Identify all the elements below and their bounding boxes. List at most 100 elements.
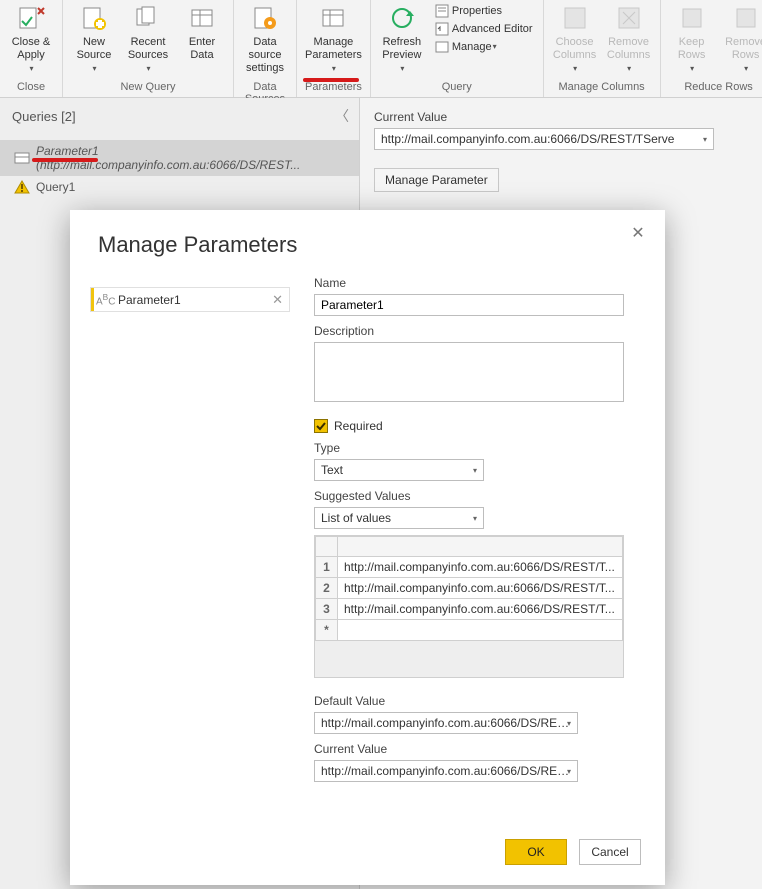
enter-data-icon	[188, 4, 216, 32]
keep-rows-icon	[678, 4, 706, 32]
checkbox-checked-icon	[314, 419, 328, 433]
advanced-editor-icon	[435, 22, 449, 36]
dialog-current-value-text: http://mail.companyinfo.com.au:6066/DS/R…	[321, 764, 571, 778]
current-value-label: Current Value	[374, 110, 748, 124]
refresh-preview-button[interactable]: Refresh Preview▾	[375, 0, 429, 75]
manage-parameters-label: Manage Parameters	[305, 36, 362, 62]
manage-query-icon	[435, 40, 449, 54]
close-apply-button[interactable]: Close & Apply▾	[4, 0, 58, 75]
suggested-values-label: Suggested Values	[314, 489, 637, 503]
ribbon-group-managecols: Choose Columns▾ Remove Columns▾ Manage C…	[544, 0, 661, 97]
ribbon-group-parameters: Manage Parameters▾ Parameters	[297, 0, 371, 97]
group-title-close: Close	[13, 79, 49, 97]
manage-query-button[interactable]: Manage▾	[431, 38, 537, 56]
dialog-close-button[interactable]: ✕	[627, 222, 649, 244]
name-input[interactable]	[314, 294, 624, 316]
properties-icon	[435, 4, 449, 18]
grid-row-new[interactable]: *	[316, 620, 623, 641]
group-title-datasources: Data Sources	[238, 79, 292, 97]
grid-cell[interactable]: http://mail.companyinfo.com.au:6066/DS/R…	[338, 557, 623, 578]
dialog-current-value-select[interactable]: http://mail.companyinfo.com.au:6066/DS/R…	[314, 760, 578, 782]
dialog-footer: OK Cancel	[70, 825, 665, 885]
chevron-down-icon: ▾	[473, 466, 477, 475]
default-value-select[interactable]: http://mail.companyinfo.com.au:6066/DS/R…	[314, 712, 578, 734]
data-source-settings-icon	[251, 4, 279, 32]
name-label: Name	[314, 276, 637, 290]
properties-button[interactable]: Properties	[431, 2, 537, 20]
grid-cell[interactable]: http://mail.companyinfo.com.au:6066/DS/R…	[338, 599, 623, 620]
ok-button[interactable]: OK	[505, 839, 567, 865]
query-item-parameter1[interactable]: Parameter1 (http://mail.companyinfo.com.…	[0, 140, 359, 176]
ribbon-group-close: Close & Apply▾ Close	[0, 0, 63, 97]
queries-header: Queries [2] 〈	[0, 98, 359, 130]
queries-title: Queries [2]	[12, 109, 76, 124]
manage-query-label: Manage	[452, 39, 492, 55]
choose-columns-label: Choose Columns	[553, 36, 596, 62]
recent-sources-icon	[134, 4, 162, 32]
close-apply-icon	[17, 4, 45, 32]
cancel-button[interactable]: Cancel	[579, 839, 641, 865]
suggested-values-select[interactable]: List of values ▾	[314, 507, 484, 529]
collapse-queries-icon[interactable]: 〈	[335, 106, 349, 126]
new-source-icon	[80, 4, 108, 32]
values-grid[interactable]: 1http://mail.companyinfo.com.au:6066/DS/…	[314, 535, 624, 678]
grid-cell[interactable]: http://mail.companyinfo.com.au:6066/DS/R…	[338, 578, 623, 599]
dialog-current-value-label: Current Value	[314, 742, 637, 756]
group-title-newquery: New Query	[116, 79, 179, 97]
keep-rows-label: Keep Rows	[678, 36, 706, 62]
query-item-label: Query1	[36, 180, 75, 194]
parameter-list-item[interactable]: ABC Parameter1 ✕	[91, 288, 289, 311]
query-item-query1[interactable]: Query1	[0, 176, 359, 198]
grid-row[interactable]: 2http://mail.companyinfo.com.au:6066/DS/…	[316, 578, 623, 599]
new-source-label: New Source	[77, 36, 112, 62]
recent-sources-button[interactable]: Recent Sources▾	[121, 0, 175, 75]
manage-parameters-dialog: ✕ Manage Parameters New ABC Parameter1 ✕…	[70, 210, 665, 885]
warning-icon	[14, 180, 30, 194]
default-value-label: Default Value	[314, 694, 637, 708]
chevron-down-icon: ▾	[567, 719, 571, 728]
choose-columns-icon	[561, 4, 589, 32]
ribbon-group-newquery: New Source▾ Recent Sources▾ Enter Data N…	[63, 0, 234, 97]
type-select[interactable]: Text ▾	[314, 459, 484, 481]
enter-data-button[interactable]: Enter Data	[175, 0, 229, 62]
grid-row[interactable]: 1http://mail.companyinfo.com.au:6066/DS/…	[316, 557, 623, 578]
current-value-text: http://mail.companyinfo.com.au:6066/DS/R…	[381, 132, 674, 146]
current-value-select[interactable]: http://mail.companyinfo.com.au:6066/DS/R…	[374, 128, 714, 150]
ribbon-group-reducerows: Keep Rows▾ Remove Rows▾ Reduce Rows	[661, 0, 762, 97]
grid-footer	[315, 641, 623, 677]
manage-parameters-button[interactable]: Manage Parameters▾	[301, 0, 365, 75]
group-title-reducerows: Reduce Rows	[680, 79, 756, 97]
remove-parameter-icon[interactable]: ✕	[272, 292, 283, 308]
type-value: Text	[321, 463, 343, 477]
parameter-list-item-label: Parameter1	[118, 293, 181, 307]
remove-columns-button[interactable]: Remove Columns▾	[602, 0, 656, 75]
recent-sources-label: Recent Sources	[128, 36, 168, 62]
data-source-settings-button[interactable]: Data source settings	[238, 0, 292, 75]
grid-row[interactable]: 3http://mail.companyinfo.com.au:6066/DS/…	[316, 599, 623, 620]
chevron-down-icon: ▾	[703, 135, 707, 144]
annotation-red-underline-query	[32, 158, 98, 162]
description-input[interactable]	[314, 342, 624, 402]
remove-rows-button[interactable]: Remove Rows▾	[719, 0, 762, 75]
ribbon-group-query: Refresh Preview▾ Properties Advanced Edi…	[371, 0, 544, 97]
enter-data-label: Enter Data	[189, 36, 215, 62]
keep-rows-button[interactable]: Keep Rows▾	[665, 0, 719, 75]
manage-parameter-button[interactable]: Manage Parameter	[374, 168, 499, 192]
ribbon: Close & Apply▾ Close New Source▾ Recent …	[0, 0, 762, 98]
refresh-icon	[388, 4, 416, 32]
required-label: Required	[334, 419, 383, 433]
ribbon-group-datasources: Data source settings Data Sources	[234, 0, 297, 97]
parameter-list: ABC Parameter1 ✕	[90, 287, 290, 312]
chevron-down-icon: ▾	[567, 767, 571, 776]
type-label: Type	[314, 441, 637, 455]
group-title-query: Query	[438, 79, 476, 97]
required-checkbox[interactable]: Required	[314, 419, 637, 433]
parameter-icon	[14, 151, 30, 165]
manage-parameters-icon	[319, 4, 347, 32]
description-label: Description	[314, 324, 637, 338]
text-type-icon: ABC	[96, 292, 114, 307]
choose-columns-button[interactable]: Choose Columns▾	[548, 0, 602, 75]
advanced-editor-button[interactable]: Advanced Editor	[431, 20, 537, 38]
new-source-button[interactable]: New Source▾	[67, 0, 121, 75]
annotation-red-underline-parameters	[303, 78, 359, 82]
